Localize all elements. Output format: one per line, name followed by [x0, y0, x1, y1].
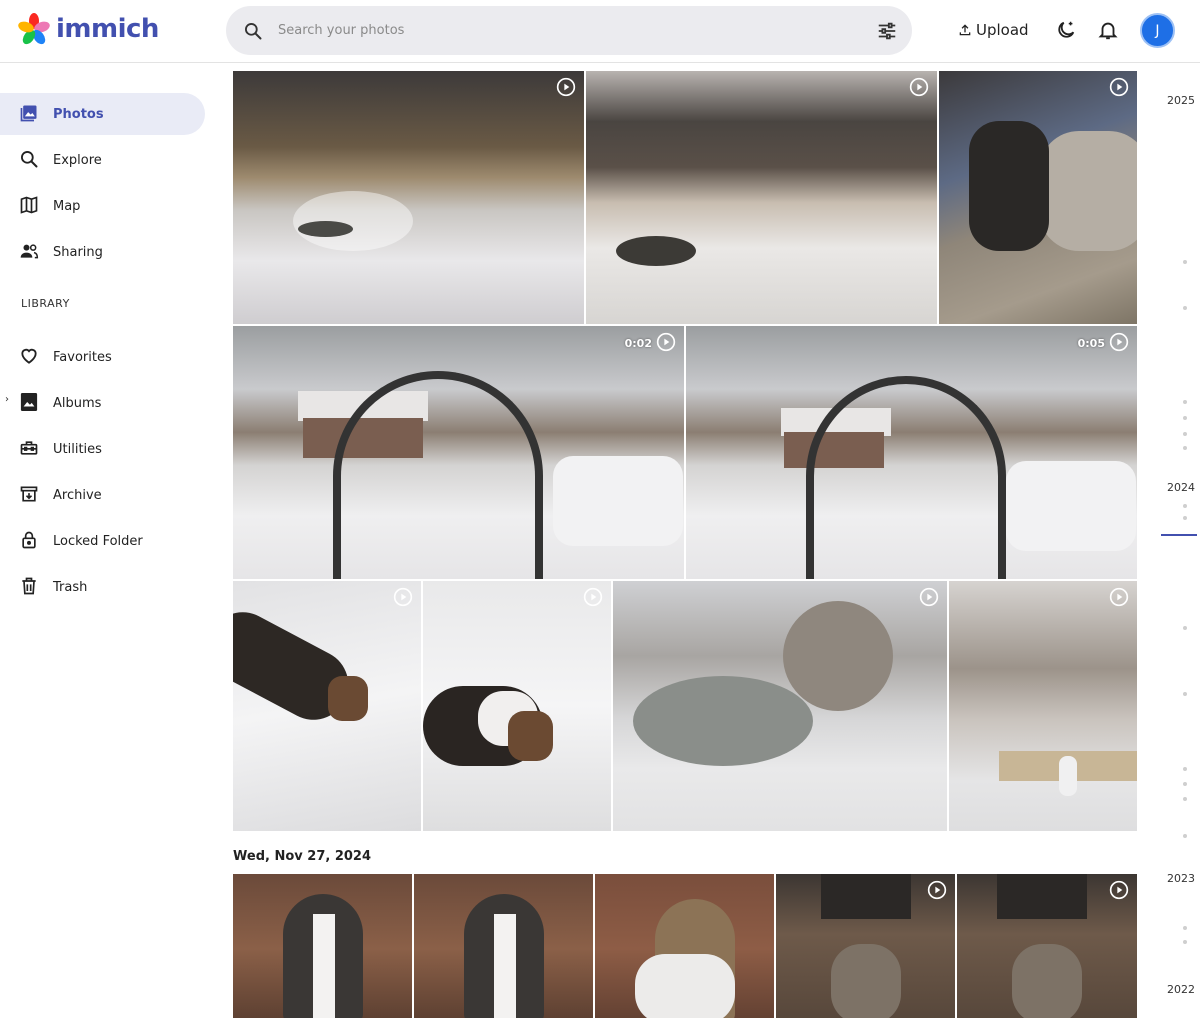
- video-duration: 0:02: [624, 337, 652, 350]
- play-video-icon[interactable]: [556, 77, 576, 97]
- sidebar: Photos Explore Map Sharing LIBRARY Favor…: [0, 64, 220, 1018]
- play-video-icon[interactable]: [919, 587, 939, 607]
- timeline-year[interactable]: 2024: [1167, 481, 1195, 494]
- timeline-dot: [1183, 692, 1187, 696]
- photo-thumbnail[interactable]: [776, 874, 955, 1018]
- search-bar[interactable]: [226, 6, 912, 55]
- photo-thumbnail[interactable]: [233, 71, 584, 324]
- sidebar-item-albums[interactable]: › Albums: [0, 382, 205, 424]
- photo-thumbnail[interactable]: [957, 874, 1137, 1018]
- video-duration: 0:05: [1077, 337, 1105, 350]
- play-video-icon[interactable]: [1109, 332, 1129, 352]
- heart-icon: [18, 345, 40, 367]
- timeline-dot: [1183, 797, 1187, 801]
- timeline-dot: [1183, 416, 1187, 420]
- theme-toggle-icon[interactable]: [1054, 18, 1078, 42]
- album-icon: [18, 391, 40, 413]
- chevron-right-icon[interactable]: ›: [5, 394, 9, 405]
- timeline-dot: [1183, 626, 1187, 630]
- people-icon: [18, 240, 40, 262]
- notifications-bell-icon[interactable]: [1096, 18, 1120, 42]
- play-video-icon[interactable]: [1109, 77, 1129, 97]
- photo-thumbnail[interactable]: [233, 581, 421, 831]
- date-group-heading: Wed, Nov 27, 2024: [233, 849, 372, 864]
- sidebar-item-label: Photos: [53, 106, 104, 122]
- lock-icon: [18, 529, 40, 551]
- photo-thumbnail[interactable]: [233, 874, 412, 1018]
- timeline-dot: [1183, 306, 1187, 310]
- photo-thumbnail[interactable]: [595, 874, 774, 1018]
- trash-icon: [18, 575, 40, 597]
- upload-label: Upload: [976, 21, 1029, 39]
- timeline-dot: [1183, 782, 1187, 786]
- sidebar-item-sharing[interactable]: Sharing: [0, 231, 205, 273]
- timeline-position-indicator[interactable]: [1161, 534, 1197, 536]
- timeline-scrubber[interactable]: 2025 2024 2023 2022: [1138, 64, 1200, 1018]
- sidebar-item-label: Map: [53, 198, 81, 214]
- sidebar-item-label: Explore: [53, 152, 102, 168]
- photo-thumbnail[interactable]: [949, 581, 1137, 831]
- sidebar-item-photos[interactable]: Photos: [0, 93, 205, 135]
- play-video-icon[interactable]: [1109, 587, 1129, 607]
- timeline-year[interactable]: 2025: [1167, 94, 1195, 107]
- sidebar-item-label: Trash: [53, 579, 88, 595]
- photo-thumbnail[interactable]: [586, 71, 937, 324]
- play-video-icon[interactable]: [1109, 880, 1129, 900]
- sidebar-item-trash[interactable]: Trash: [0, 566, 205, 608]
- sidebar-item-label: Favorites: [53, 349, 112, 365]
- photos-icon: [18, 102, 40, 124]
- search-icon: [18, 148, 40, 170]
- photo-thumbnail[interactable]: [939, 71, 1137, 324]
- play-video-icon[interactable]: [393, 587, 413, 607]
- search-filters-icon[interactable]: [862, 20, 912, 42]
- photo-thumbnail[interactable]: [613, 581, 947, 831]
- play-video-icon[interactable]: [583, 587, 603, 607]
- photo-timeline-grid: 0:02 0:05 Wed, Nov 27, 2024: [233, 64, 1137, 1018]
- play-video-icon[interactable]: [927, 880, 947, 900]
- sidebar-item-label: Locked Folder: [53, 533, 143, 549]
- timeline-year[interactable]: 2022: [1167, 983, 1195, 996]
- timeline-dot: [1183, 834, 1187, 838]
- timeline-dot: [1183, 432, 1187, 436]
- sidebar-item-label: Utilities: [53, 441, 102, 457]
- archive-icon: [18, 483, 40, 505]
- timeline-dot: [1183, 767, 1187, 771]
- timeline-dot: [1183, 926, 1187, 930]
- search-input[interactable]: [278, 10, 862, 51]
- video-thumbnail[interactable]: 0:05: [686, 326, 1137, 579]
- sidebar-item-map[interactable]: Map: [0, 185, 205, 227]
- play-video-icon[interactable]: [656, 332, 676, 352]
- photo-thumbnail[interactable]: [423, 581, 611, 831]
- photo-thumbnail[interactable]: [414, 874, 593, 1018]
- sidebar-item-label: Sharing: [53, 244, 103, 260]
- pinwheel-logo-icon: [18, 13, 50, 45]
- sidebar-item-archive[interactable]: Archive: [0, 474, 205, 516]
- toolbox-icon: [18, 437, 40, 459]
- top-bar: immich Upload J: [0, 0, 1200, 63]
- sidebar-item-explore[interactable]: Explore: [0, 139, 205, 181]
- sidebar-item-label: Albums: [53, 395, 102, 411]
- timeline-dot: [1183, 940, 1187, 944]
- timeline-dot: [1183, 446, 1187, 450]
- search-icon[interactable]: [228, 21, 278, 41]
- timeline-dot: [1183, 400, 1187, 404]
- timeline-dot: [1183, 504, 1187, 508]
- sidebar-item-label: Archive: [53, 487, 102, 503]
- video-thumbnail[interactable]: 0:02: [233, 326, 684, 579]
- play-video-icon[interactable]: [909, 77, 929, 97]
- timeline-year[interactable]: 2023: [1167, 872, 1195, 885]
- sidebar-item-locked-folder[interactable]: Locked Folder: [0, 520, 205, 562]
- sidebar-item-utilities[interactable]: Utilities: [0, 428, 205, 470]
- upload-button[interactable]: Upload: [948, 14, 1039, 46]
- immich-logo[interactable]: immich: [18, 13, 159, 45]
- sidebar-item-favorites[interactable]: Favorites: [0, 336, 205, 378]
- timeline-dot: [1183, 260, 1187, 264]
- user-avatar[interactable]: J: [1140, 13, 1175, 48]
- library-heading: LIBRARY: [21, 297, 70, 310]
- upload-icon: [959, 24, 971, 36]
- timeline-dot: [1183, 516, 1187, 520]
- app-name: immich: [56, 14, 159, 44]
- map-icon: [18, 194, 40, 216]
